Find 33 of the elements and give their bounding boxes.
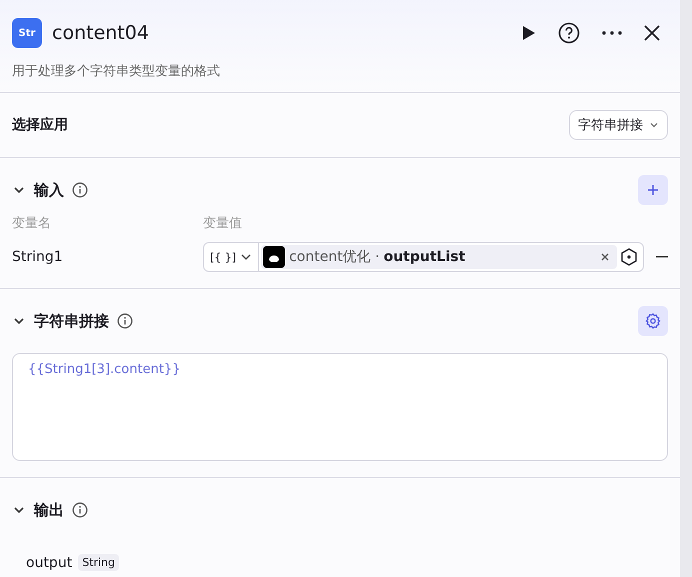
settings-icon [645,313,661,329]
node-title: content04 [52,22,150,44]
field-text: outputList [384,249,466,265]
section-title: 字符串拼接 [34,312,109,330]
help-icon[interactable] [558,22,580,44]
more-icon[interactable] [602,31,622,35]
bot-avatar-icon [263,246,286,268]
info-icon[interactable] [72,182,88,198]
caret-icon [649,120,659,130]
column-header: 变量值 [203,215,242,232]
node-logo-icon: Str [12,18,42,48]
type-selector[interactable]: [{ }] [204,243,260,271]
template-field[interactable]: {{String1[3].content}} [12,353,668,461]
output-name: output [26,554,72,570]
run-icon[interactable] [522,25,536,41]
variable-value-field[interactable]: [{ }] content优化 · outputList [203,242,644,272]
info-icon[interactable] [72,502,88,518]
app-dropdown[interactable]: 字符串拼接 [569,110,668,140]
node-description: 用于处理多个字符串类型变量的格式 [12,63,221,80]
select-app-label: 选择应用 [12,116,68,134]
column-header: 变量名 [12,215,52,232]
type-tag: String [78,554,120,571]
settings-button[interactable] [638,306,668,336]
close-icon[interactable] [644,25,660,41]
source-node-text: content优化 · [289,248,380,266]
add-button[interactable] [638,175,668,205]
reference-icon[interactable] [619,247,639,267]
variable-name: String1 [12,249,64,265]
section-title: 输入 [34,180,64,200]
clear-icon[interactable] [601,253,609,261]
info-icon[interactable] [117,313,133,329]
section-title: 输出 [34,500,64,520]
plus-icon [647,184,659,196]
